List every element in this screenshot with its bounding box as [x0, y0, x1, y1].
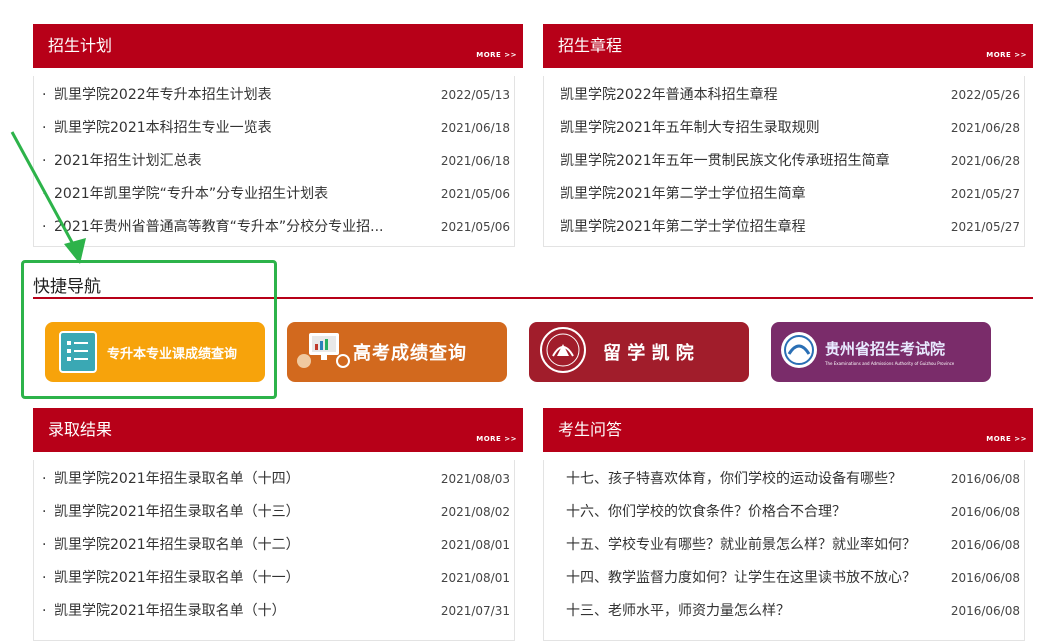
list-item[interactable]: · 凯里学院2021年招生录取名单（十四） 2021/08/03 [34, 463, 514, 496]
list-item[interactable]: 十三、老师水平，师资力量怎么样？ 2016/06/08 [544, 595, 1024, 628]
annotation-arrow-icon [10, 131, 86, 264]
list-item[interactable]: 凯里学院2021年五年制大专招生录取规则 2021/06/28 [544, 112, 1024, 145]
admission-list: · 凯里学院2021年招生录取名单（十四） 2021/08/03 · 凯里学院2… [33, 460, 515, 641]
list-item-date: 2021/06/18 [440, 121, 510, 135]
list-item[interactable]: 十六、你们学校的饮食条件？价格合不合理？ 2016/06/08 [544, 496, 1024, 529]
list-item-date: 2021/06/28 [950, 121, 1020, 135]
list-item-date: 2021/05/27 [950, 220, 1020, 234]
banner-exam-authority[interactable]: 贵州省招生考试院 The Examinations and Admissions… [771, 322, 991, 382]
list-item-date: 2021/08/01 [440, 571, 510, 585]
list-item-date: 2016/06/08 [950, 505, 1020, 519]
list-item[interactable]: · 凯里学院2021年招生录取名单（十） 2021/07/31 [34, 595, 514, 628]
list-item-date: 2016/06/08 [950, 604, 1020, 618]
list-item[interactable]: 十七、孩子特喜欢体育，你们学校的运动设备有哪些？ 2016/06/08 [544, 463, 1024, 496]
list-item-title[interactable]: 凯里学院2021年招生录取名单（十一） [54, 562, 300, 595]
highlight-box [21, 260, 277, 399]
list-item[interactable]: 凯里学院2021年第二学士学位招生章程 2021/05/27 [544, 211, 1024, 244]
list-item[interactable]: · 凯里学院2021年招生录取名单（十二） 2021/08/01 [34, 529, 514, 562]
list-item-title[interactable]: 凯里学院2021年第二学士学位招生章程 [560, 211, 806, 244]
admission-title[interactable]: 录取结果 [48, 408, 112, 452]
admission-more-link[interactable]: MORE >> [476, 435, 517, 443]
list-item-date: 2022/05/26 [950, 88, 1020, 102]
list-item-date: 2021/08/02 [440, 505, 510, 519]
list-item-title[interactable]: 凯里学院2021年招生录取名单（十三） [54, 496, 300, 529]
plan-header: 招生计划 MORE >> [33, 24, 523, 68]
list-item-title[interactable]: 十五、学校专业有哪些？就业前景怎么样？就业率如何？ [566, 529, 916, 562]
list-item[interactable]: · 凯里学院2021年招生录取名单（十一） 2021/08/01 [34, 562, 514, 595]
banner-study-abroad-label: 留 学 凯 院 [603, 343, 694, 364]
banner-exam-authority-sub: The Examinations and Admissions Authorit… [825, 361, 955, 366]
list-item-title[interactable]: 凯里学院2021年第二学士学位招生简章 [560, 178, 806, 211]
charter-header: 招生章程 MORE >> [543, 24, 1033, 68]
list-item[interactable]: 凯里学院2022年普通本科招生章程 2022/05/26 [544, 79, 1024, 112]
list-item-title[interactable]: 凯里学院2021年招生录取名单（十） [54, 595, 286, 628]
list-item[interactable]: 十四、教学监督力度如何？让学生在这里读书放不放心？ 2016/06/08 [544, 562, 1024, 595]
bullet-icon: · [42, 570, 47, 586]
bullet-icon: · [42, 504, 47, 520]
list-item-title[interactable]: 凯里学院2021年五年制大专招生录取规则 [560, 112, 820, 145]
admission-header: 录取结果 MORE >> [33, 408, 523, 452]
list-item-title[interactable]: 十四、教学监督力度如何？让学生在这里读书放不放心？ [566, 562, 916, 595]
list-item-title[interactable]: 凯里学院2021年五年一贯制民族文化传承班招生简章 [560, 145, 890, 178]
bullet-icon: · [42, 603, 47, 619]
qa-list: 十七、孩子特喜欢体育，你们学校的运动设备有哪些？ 2016/06/08 十六、你… [543, 460, 1025, 641]
list-item-date: 2021/06/28 [950, 154, 1020, 168]
list-item-title[interactable]: 凯里学院2022年专升本招生计划表 [54, 79, 272, 112]
list-item[interactable]: · 凯里学院2021本科招生专业一览表 2021/06/18 [34, 112, 514, 145]
computer-chart-icon [295, 327, 351, 377]
list-item-date: 2022/05/13 [440, 88, 510, 102]
list-item[interactable]: · 2021年招生计划汇总表 2021/06/18 [34, 145, 514, 178]
list-item-title[interactable]: 凯里学院2022年普通本科招生章程 [560, 79, 778, 112]
charter-more-link[interactable]: MORE >> [986, 51, 1027, 59]
list-item-title[interactable]: 2021年贵州省普通高等教育“专升本”分校分专业招... [54, 211, 383, 244]
list-item-date: 2021/05/06 [440, 187, 510, 201]
school-emblem-icon [539, 326, 587, 378]
charter-list: 凯里学院2022年普通本科招生章程 2022/05/26 凯里学院2021年五年… [543, 76, 1025, 247]
list-item-date: 2016/06/08 [950, 538, 1020, 552]
list-item[interactable]: · 凯里学院2022年专升本招生计划表 2022/05/13 [34, 79, 514, 112]
list-item-date: 2021/05/27 [950, 187, 1020, 201]
banner-gaokao-query[interactable]: 高考成绩查询 [287, 322, 507, 382]
plan-list: · 凯里学院2022年专升本招生计划表 2022/05/13 · 凯里学院202… [33, 76, 515, 247]
list-item[interactable]: 凯里学院2021年五年一贯制民族文化传承班招生简章 2021/06/28 [544, 145, 1024, 178]
charter-title[interactable]: 招生章程 [558, 24, 622, 68]
list-item-date: 2016/06/08 [950, 571, 1020, 585]
banner-exam-authority-text: 贵州省招生考试院 The Examinations and Admissions… [825, 338, 954, 366]
banner-gaokao-query-label: 高考成绩查询 [353, 343, 467, 364]
list-item-title[interactable]: 十六、你们学校的饮食条件？价格合不合理？ [566, 496, 846, 529]
list-item-date: 2016/06/08 [950, 472, 1020, 486]
list-item-title[interactable]: 凯里学院2021年招生录取名单（十四） [54, 463, 300, 496]
list-item-date: 2021/08/03 [440, 472, 510, 486]
list-item-date: 2021/08/01 [440, 538, 510, 552]
list-item-title[interactable]: 十三、老师水平，师资力量怎么样？ [566, 595, 790, 628]
list-item-date: 2021/06/18 [440, 154, 510, 168]
banner-exam-authority-label: 贵州省招生考试院 [825, 340, 946, 358]
bullet-icon: · [42, 87, 47, 103]
qa-title[interactable]: 考生问答 [558, 408, 622, 452]
banner-study-abroad[interactable]: 留 学 凯 院 [529, 322, 749, 382]
list-item-date: 2021/07/31 [440, 604, 510, 618]
list-item[interactable]: · 凯里学院2021年招生录取名单（十三） 2021/08/02 [34, 496, 514, 529]
list-item[interactable]: · 2021年贵州省普通高等教育“专升本”分校分专业招... 2021/05/0… [34, 211, 514, 244]
qa-header: 考生问答 MORE >> [543, 408, 1033, 452]
list-item-title[interactable]: 十七、孩子特喜欢体育，你们学校的运动设备有哪些？ [566, 463, 902, 496]
plan-more-link[interactable]: MORE >> [476, 51, 517, 59]
list-item-title[interactable]: 凯里学院2021年招生录取名单（十二） [54, 529, 300, 562]
list-item[interactable]: 十五、学校专业有哪些？就业前景怎么样？就业率如何？ 2016/06/08 [544, 529, 1024, 562]
bullet-icon: · [42, 537, 47, 553]
qa-more-link[interactable]: MORE >> [986, 435, 1027, 443]
exam-authority-logo-icon [779, 330, 819, 374]
list-item-date: 2021/05/06 [440, 220, 510, 234]
bullet-icon: · [42, 471, 47, 487]
list-item[interactable]: · 2021年凯里学院“专升本”分专业招生计划表 2021/05/06 [34, 178, 514, 211]
list-item[interactable]: 凯里学院2021年第二学士学位招生简章 2021/05/27 [544, 178, 1024, 211]
plan-title[interactable]: 招生计划 [48, 24, 112, 68]
